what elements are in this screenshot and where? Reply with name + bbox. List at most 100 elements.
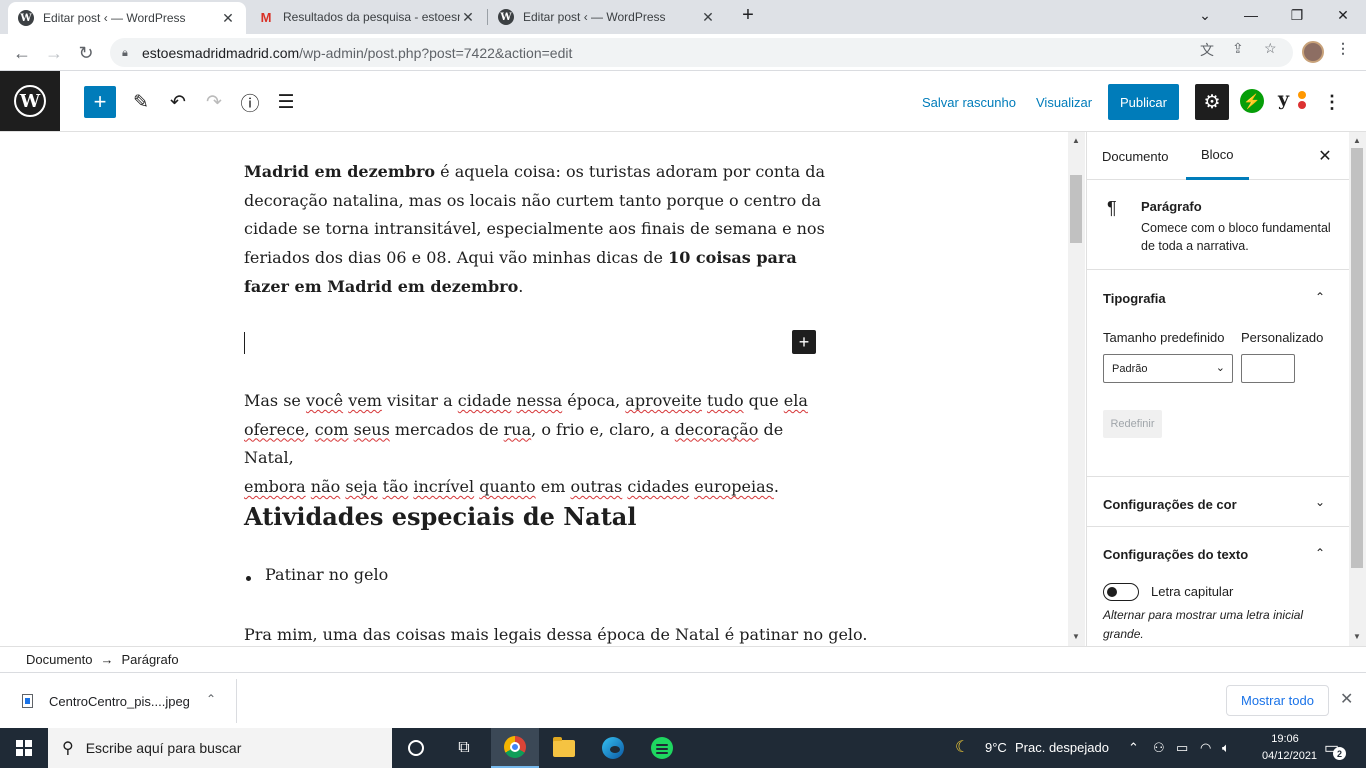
chevron-up-icon[interactable]: ⌃ [1128, 740, 1139, 756]
bullet-dot [246, 576, 251, 581]
tab-label: Resultados da pesquisa - estoesn [283, 10, 460, 24]
scrollbar-thumb[interactable] [1070, 175, 1082, 243]
forward-arrow-icon[interactable]: → [40, 39, 68, 67]
chrome-taskbar-button[interactable] [491, 728, 539, 768]
scroll-down-icon[interactable]: ▼ [1072, 632, 1080, 641]
new-tab-plus-icon[interactable]: + [728, 0, 768, 30]
bookmark-star-icon[interactable]: ☆ [1264, 40, 1277, 57]
text-caret [244, 332, 245, 354]
reset-button[interactable]: Redefinir [1103, 410, 1162, 438]
tab-resultados-pesquisa[interactable]: M Resultados da pesquisa - estoesn ✕ [248, 0, 486, 34]
chevron-up-icon[interactable]: ⌃ [1315, 546, 1325, 560]
show-all-button[interactable]: Mostrar todo [1226, 685, 1329, 716]
tab-editar-post-2[interactable]: W Editar post ‹ — WordPress ✕ [488, 0, 726, 34]
tab-document[interactable]: Documento [1102, 132, 1168, 180]
cortana-circle-icon[interactable] [392, 728, 440, 768]
inline-add-block-button[interactable]: + [792, 330, 816, 354]
browser-menu-icon[interactable]: ⋮ [1336, 40, 1350, 57]
heading-block[interactable]: Atividades especiais de Natal [244, 502, 636, 531]
more-options-icon[interactable]: ⋮ [1320, 86, 1344, 118]
people-icon[interactable]: ⚇ [1153, 740, 1165, 756]
scrollbar-thumb[interactable] [1351, 148, 1363, 568]
chevron-up-icon[interactable]: ⌃ [1315, 290, 1325, 304]
system-clock[interactable]: 19:06 04/12/2021 [1262, 731, 1318, 765]
wordpress-logo-button[interactable]: W [0, 71, 60, 131]
file-explorer-button[interactable] [540, 728, 588, 768]
image-file-icon [22, 694, 33, 708]
close-icon[interactable]: ✕ [460, 9, 476, 26]
sidebar-scrollbar[interactable]: ▲ ▼ [1349, 132, 1366, 646]
address-bar[interactable]: 🔒︎ estoesmadridmadrid.com/wp-admin/post.… [110, 38, 1293, 67]
tab-search-chevron-icon[interactable]: ⌄ [1182, 0, 1228, 30]
paragraph-block-intro[interactable]: Madrid em dezembro é aquela coisa: os tu… [244, 158, 829, 302]
windows-logo-icon [16, 740, 32, 756]
close-icon[interactable]: ✕ [1313, 144, 1337, 168]
panel-title-typography[interactable]: Tipografia [1103, 291, 1166, 306]
close-icon[interactable]: ✕ [700, 9, 716, 26]
list-block[interactable]: Patinar no gelo [246, 565, 388, 584]
tab-editar-post-1[interactable]: W Editar post ‹ — WordPress ✕ [8, 2, 246, 34]
undo-icon[interactable]: ↶ [162, 86, 194, 118]
list-view-icon[interactable]: ☰ [270, 86, 302, 118]
edit-tools-pencil-icon[interactable]: ✎ [125, 86, 157, 118]
editor-canvas[interactable]: Madrid em dezembro é aquela coisa: os tu… [0, 132, 1068, 646]
scroll-up-icon[interactable]: ▲ [1353, 136, 1361, 145]
back-arrow-icon[interactable]: ← [8, 39, 36, 67]
paragraph-block-visit[interactable]: Mas se você vem visitar a cidade nessa é… [244, 387, 829, 502]
task-view-icon[interactable]: ⧉ [440, 728, 488, 768]
close-icon[interactable]: ✕ [220, 10, 236, 27]
spotify-taskbar-button[interactable] [638, 728, 686, 768]
redo-icon[interactable]: ↷ [198, 86, 230, 118]
panel-title-text[interactable]: Configurações do texto [1103, 547, 1248, 562]
save-draft-button[interactable]: Salvar rascunho [922, 95, 1016, 110]
reload-icon[interactable]: ↻ [72, 39, 100, 67]
lock-icon: 🔒︎ [122, 46, 128, 59]
clock-date: 04/12/2021 [1262, 750, 1318, 762]
info-icon[interactable]: ⓘ [234, 86, 266, 118]
taskbar-search[interactable]: ⚲ Escribe aquí para buscar [48, 728, 392, 768]
edge-taskbar-button[interactable] [589, 728, 637, 768]
start-button[interactable] [0, 728, 48, 768]
scroll-up-icon[interactable]: ▲ [1072, 136, 1080, 145]
weather-moon-icon[interactable]: ☾ [955, 737, 969, 757]
toggle-knob [1107, 587, 1117, 597]
publish-button[interactable]: Publicar [1108, 84, 1179, 120]
breadcrumb-document[interactable]: Documento [26, 652, 92, 667]
add-block-button[interactable]: + [84, 86, 116, 118]
settings-gear-icon[interactable]: ⚙ [1195, 84, 1229, 120]
weather-temperature[interactable]: 9°C [985, 740, 1007, 755]
chevron-up-icon[interactable]: ⌃ [206, 692, 216, 706]
panel-title-color[interactable]: Configurações de cor [1103, 497, 1237, 512]
download-item[interactable]: CentroCentro_pis....jpeg ⌃ [0, 679, 237, 723]
editor-scrollbar[interactable]: ▲ ▼ [1068, 132, 1085, 646]
maximize-icon[interactable]: ❐ [1274, 0, 1320, 30]
volume-icon[interactable]: 🔈︎ [1222, 740, 1230, 756]
tab-label: Editar post ‹ — WordPress [523, 10, 666, 24]
tab-block[interactable]: Bloco [1186, 132, 1249, 180]
paragraph-block-skating[interactable]: Pra mim, uma das coisas mais legais dess… [244, 621, 884, 646]
minimize-icon[interactable]: — [1228, 0, 1274, 30]
scroll-down-icon[interactable]: ▼ [1353, 632, 1361, 641]
drop-cap-label: Letra capitular [1151, 584, 1234, 599]
battery-icon[interactable]: ▭ [1176, 740, 1188, 756]
yoast-icon[interactable]: y [1278, 88, 1308, 114]
edge-icon [602, 737, 624, 759]
wifi-icon[interactable]: ◠ [1200, 740, 1211, 756]
preview-button[interactable]: Visualizar [1036, 95, 1092, 110]
jetpack-icon[interactable]: ⚡ [1240, 89, 1264, 113]
weather-description[interactable]: Prac. despejado [1015, 740, 1109, 755]
drop-cap-toggle[interactable] [1103, 583, 1139, 601]
profile-avatar[interactable] [1302, 41, 1324, 63]
window-close-icon[interactable]: ✕ [1320, 0, 1366, 30]
paragraph-icon: ¶ [1107, 198, 1117, 218]
share-icon[interactable]: ⇪ [1232, 40, 1244, 57]
translate-icon[interactable]: 文 [1200, 40, 1214, 60]
custom-size-input[interactable] [1241, 354, 1295, 383]
drop-cap-help: Alternar para mostrar uma letra inicial … [1103, 608, 1304, 641]
preset-size-select[interactable]: Padrão ⌄ [1103, 354, 1233, 383]
close-icon[interactable]: ✕ [1340, 689, 1353, 709]
browser-toolbar: ← → ↻ 🔒︎ estoesmadridmadrid.com/wp-admin… [0, 34, 1366, 71]
breadcrumb-paragraph[interactable]: Parágrafo [121, 652, 178, 667]
chevron-down-icon[interactable]: ⌄ [1315, 495, 1325, 509]
block-description: Comece com o bloco fundamental de toda a… [1141, 221, 1331, 253]
